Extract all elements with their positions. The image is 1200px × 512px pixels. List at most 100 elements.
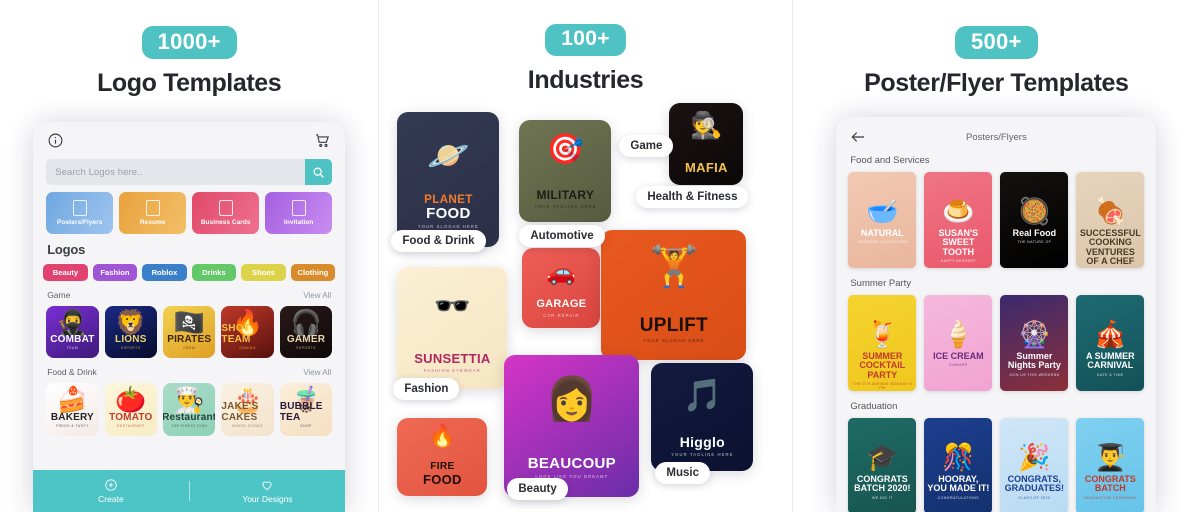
logo-subtitle: SHOP <box>300 423 312 428</box>
your-designs-button[interactable]: Your Designs <box>190 478 346 504</box>
logo-chip-roblox[interactable]: Roblox <box>142 264 187 281</box>
view-all-link[interactable]: View All <box>303 368 331 377</box>
poster-app-top-bar: Posters/Flyers <box>836 117 1156 145</box>
category-tiles: Posters/Flyers Resume Business Cards Invita… <box>33 185 345 234</box>
poster-card[interactable]: 🎉 CONGRATS, GRADUATES! CLASS OF 2020 <box>1000 418 1069 512</box>
logo-subtitle: BAKED GOODS <box>232 423 263 428</box>
industry-card-name: PLANET FOOD <box>424 192 473 221</box>
cart-icon[interactable] <box>314 132 331 149</box>
poster-app-title: Posters/Flyers <box>965 131 1027 143</box>
industry-card[interactable]: 🕵️ MAFIA <box>669 103 744 185</box>
poster-subtitle: JOIN US THIS WEEKEND <box>1009 372 1060 377</box>
search-input[interactable]: Search Logos here.. <box>46 167 305 178</box>
poster-title: SUSAN'S SWEET TOOTH <box>938 228 979 257</box>
poster-emblem-icon: 🥘 <box>1018 196 1051 226</box>
poster-subtitle: SUMMER <box>949 363 968 368</box>
logo-chip-beauty[interactable]: Beauty <box>43 264 88 281</box>
logo-card[interactable]: 🦁 LIONS ESPORTS <box>104 306 157 359</box>
panel-1-badge: 1000+ <box>141 26 237 60</box>
logo-card[interactable]: 🍰 BAKERY FRESH & TASTY <box>46 383 99 436</box>
poster-title: CONGRATS BATCH <box>1084 474 1136 494</box>
poster-card[interactable]: 🥣 NATURAL SKINCARE COLLECTION <box>848 172 917 268</box>
poster-card[interactable]: 🎡 Summer Nights Party JOIN US THIS WEEKEND <box>1000 295 1069 391</box>
industry-card[interactable]: 🕶️ SUNSETTIA FASHION EYEWEAR <box>397 267 508 389</box>
industry-card[interactable]: 🎵 Higglo YOUR TAGLINE HERE <box>651 363 754 471</box>
industry-card-emblem-icon: 🚗 <box>546 258 577 286</box>
logo-chip-shoes[interactable]: Shoes <box>241 264 286 281</box>
industry-card[interactable]: 🔥 FIRE FOOD <box>397 418 488 496</box>
industry-card[interactable]: 🎯 MILITARY YOUR TAGLINE HERE <box>519 120 612 222</box>
logo-name: COMBAT <box>50 334 95 346</box>
search-button[interactable] <box>305 159 333 185</box>
logo-chip-drinks[interactable]: Drinks <box>191 264 237 281</box>
info-icon[interactable] <box>47 132 64 149</box>
category-tile-label: Invitation <box>283 219 314 226</box>
category-tile-business-cards[interactable]: Business Cards <box>192 192 260 234</box>
industry-card[interactable]: 🏋️ UPLIFT YOUR SLOGAN HERE <box>601 230 747 360</box>
panel-3-badge: 500+ <box>954 26 1038 60</box>
industry-card[interactable]: 🚗 GARAGE CAR REPAIR <box>522 248 601 328</box>
screenshot-root: 1000+ Logo Templates Search Logos here.. <box>0 0 1200 512</box>
panel-3-title: Poster/Flyer Templates <box>864 69 1129 98</box>
logo-card[interactable]: 🍅 TOMATO RESTAURANT <box>104 383 157 436</box>
view-all-link[interactable]: View All <box>303 291 331 300</box>
industry-label-pill[interactable]: Automotive <box>519 225 605 247</box>
poster-card[interactable]: 🎓 CONGRATS BATCH 2020! WE DID IT <box>848 418 917 512</box>
industry-card-slogan: YOUR TAGLINE HERE <box>534 204 597 209</box>
industry-card-emblem-icon: 🕵️ <box>690 109 723 140</box>
poster-card[interactable]: 🍖SUCCESSFUL COOKING VENTURES OF A CHEFAN <box>1076 172 1145 268</box>
industry-label-pill[interactable]: Health & Fitness <box>636 186 749 208</box>
industry-card[interactable]: 👩 BEAUCOUP LOOK LIKE YOU DREAMT <box>504 355 640 497</box>
industry-label-pill[interactable]: Food & Drink <box>391 230 486 252</box>
industry-label-pill[interactable]: Game <box>619 135 674 157</box>
logo-card[interactable]: 🥷 COMBAT TEAM <box>46 306 99 359</box>
logo-emblem-icon: 🍰 <box>56 386 88 415</box>
logo-emblem-icon: 👨‍🍳 <box>173 386 205 415</box>
poster-card[interactable]: 🥘 Real Food THE NATURE OF <box>1000 172 1069 268</box>
poster-card[interactable]: 🎊 HOORAY, YOU MADE IT! CONGRATULATIONS <box>924 418 993 512</box>
category-tile-posters-flyers[interactable]: Posters/Flyers <box>46 192 114 234</box>
industry-card[interactable]: 🪐 PLANET FOOD YOUR SLOGAN HERE <box>397 112 500 247</box>
app-top-bar <box>33 122 345 153</box>
create-button[interactable]: Create <box>33 478 189 504</box>
poster-card[interactable]: 🍮 SUSAN'S SWEET TOOTH HAPPY DESSERT <box>924 172 993 268</box>
poster-emblem-icon: 🥣 <box>866 196 899 226</box>
logo-card[interactable]: 👨‍🍳 Restaurant THE FINEST DISH <box>163 383 216 436</box>
category-tile-invitation[interactable]: Invitation <box>265 192 333 234</box>
logo-card[interactable]: 🔥 SHOT TEAM GAMING <box>221 306 274 359</box>
poster-card[interactable]: 👨‍🎓 CONGRATS BATCH GRADUATION CEREMONY <box>1076 418 1145 512</box>
logo-name: BUBBLE TEA <box>279 400 323 423</box>
logo-name: JAKE'S CAKES <box>221 400 259 423</box>
panel-1-header: 1000+ Logo Templates <box>0 0 378 98</box>
logo-card[interactable]: 🎂 JAKE'S CAKES BAKED GOODS <box>221 383 274 436</box>
poster-card[interactable]: 🍦 ICE CREAM SUMMER <box>924 295 993 391</box>
industry-label-pill[interactable]: Beauty <box>507 478 568 500</box>
logo-app-mockup: Search Logos here.. Posters/Flyers Resume… <box>33 122 346 512</box>
logo-subtitle: THE FINEST DISH <box>171 423 208 428</box>
logo-card[interactable]: 🎧 GAMER ESPORTS <box>279 306 333 359</box>
industry-label-pill[interactable]: Fashion <box>393 378 460 400</box>
poster-title: Summer Nights Party <box>1007 351 1061 371</box>
logo-chip-fashion[interactable]: Fashion <box>92 264 138 281</box>
poster-section-title: Summer Party <box>850 278 912 289</box>
logo-name: LIONS <box>115 334 147 346</box>
poster-row: 🥣 NATURAL SKINCARE COLLECTION 🍮 SUSAN'S SWEE… <box>836 166 1156 268</box>
poster-card[interactable]: 🍹 SUMMER COCKTAIL PARTY THE 5TH AVENUE MON… <box>848 295 917 391</box>
panel-1-title: Logo Templates <box>97 69 282 98</box>
logo-chip-clothing[interactable]: Clothing <box>290 264 336 281</box>
poster-title: ICE CREAM <box>933 351 984 361</box>
logo-card[interactable]: 🏴‍☠️ PIRATES CREW <box>163 306 216 359</box>
logo-card[interactable]: 🧋 BUBBLE TEA SHOP <box>279 383 333 436</box>
logo-emblem-icon: 🍅 <box>115 386 147 415</box>
poster-subtitle: WE DID IT <box>871 495 893 500</box>
category-tile-resume[interactable]: Resume <box>119 192 187 234</box>
poster-title: HOORAY, YOU MADE IT! <box>927 474 990 494</box>
industry-label-pill[interactable]: Music <box>655 462 710 484</box>
heart-icon <box>262 481 272 491</box>
search-bar[interactable]: Search Logos here.. <box>46 159 333 185</box>
poster-title: CONGRATS BATCH 2020! <box>854 474 911 494</box>
poster-card[interactable]: 🎪 A SUMMER CARNIVAL DATE & TIME <box>1076 295 1145 391</box>
invite-icon <box>291 200 306 216</box>
industry-card-name-line1: PLANET <box>424 192 473 206</box>
industry-card-name: MILITARY <box>536 187 595 202</box>
